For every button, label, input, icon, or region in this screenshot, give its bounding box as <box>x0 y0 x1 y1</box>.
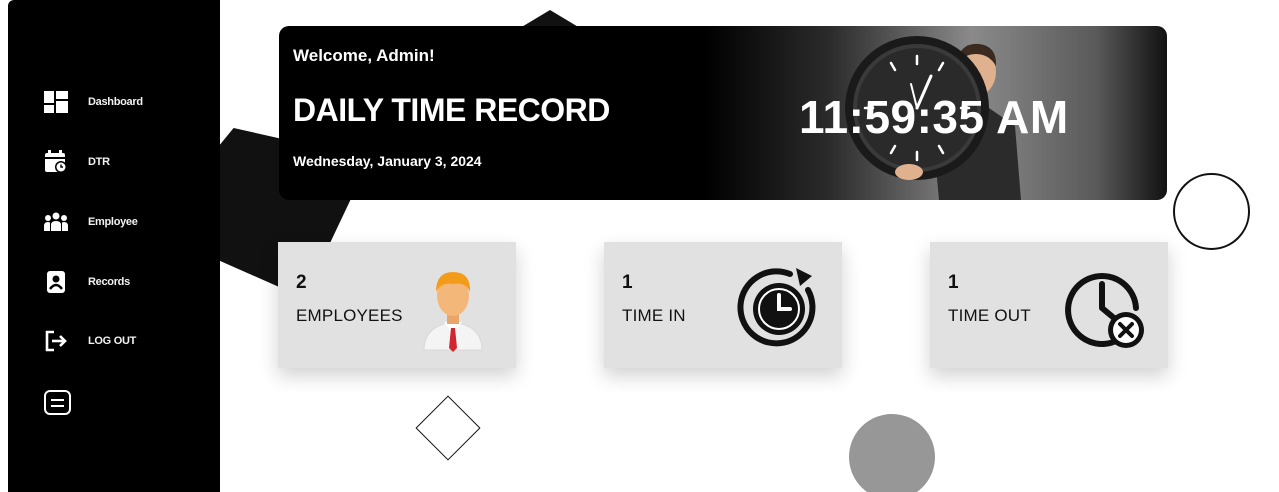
records-icon <box>42 269 70 295</box>
employees-icon <box>42 209 70 235</box>
logout-icon <box>42 328 70 354</box>
sidebar: Dashboard DTR Employee Records LOG OUT <box>8 0 220 492</box>
sidebar-item-records[interactable]: Records <box>42 267 130 297</box>
clock-cancel-icon <box>1065 273 1144 348</box>
time-in-label: TIME IN <box>622 306 686 325</box>
employee-avatar-icon <box>423 272 483 352</box>
time-out-label: TIME OUT <box>948 306 1031 325</box>
time-in-card[interactable]: 1 TIME IN <box>604 242 842 368</box>
decorative-diamond <box>415 395 481 461</box>
current-date: Wednesday, January 3, 2024 <box>293 153 482 169</box>
sidebar-item-label: DTR <box>88 156 110 168</box>
sidebar-item-dtr[interactable]: DTR <box>42 147 110 177</box>
sidebar-item-label: LOG OUT <box>88 335 137 347</box>
sidebar-item-label: Records <box>88 276 130 288</box>
decorative-circle <box>1173 173 1250 250</box>
dashboard-icon <box>42 89 70 115</box>
sidebar-item-label: Dashboard <box>88 96 143 108</box>
sidebar-item-label: Employee <box>88 216 138 228</box>
calendar-icon <box>42 149 70 175</box>
employees-count: 2 <box>296 272 307 293</box>
current-time: 11:59:35 AM <box>799 91 1069 143</box>
page-title: DAILY TIME RECORD <box>293 92 610 128</box>
welcome-text: Welcome, Admin! <box>293 46 435 65</box>
employees-card[interactable]: 2 EMPLOYEES <box>278 242 516 368</box>
clock-refresh-icon <box>737 268 816 347</box>
time-in-count: 1 <box>622 272 633 293</box>
menu-icon[interactable] <box>44 390 71 415</box>
sidebar-item-logout[interactable]: LOG OUT <box>42 326 136 356</box>
time-out-count: 1 <box>948 272 959 293</box>
employees-label: EMPLOYEES <box>296 306 403 325</box>
sidebar-item-dashboard[interactable]: Dashboard <box>42 87 143 117</box>
sidebar-item-employee[interactable]: Employee <box>42 207 138 237</box>
header-banner: Welcome, Admin! DAILY TIME RECORD Wednes… <box>279 26 1167 200</box>
decorative-gray-circle <box>849 414 935 492</box>
time-out-card[interactable]: 1 TIME OUT <box>930 242 1168 368</box>
page: Dashboard DTR Employee Records LOG OUT W… <box>0 0 1279 492</box>
